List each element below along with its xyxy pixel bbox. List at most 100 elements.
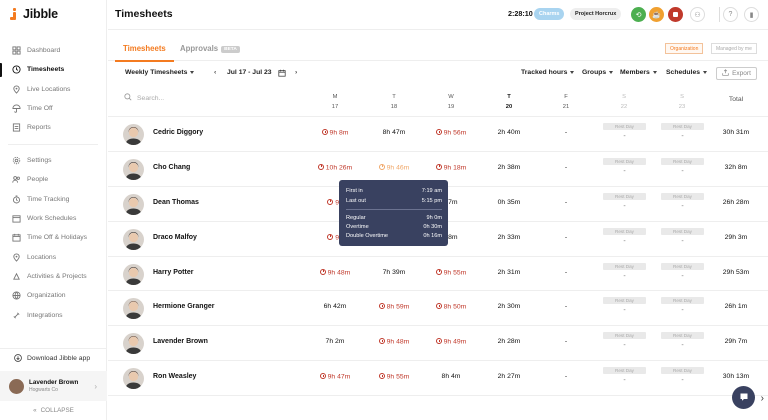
day-hours-cell[interactable]: 2h 31m <box>483 269 535 276</box>
day-hours-cell[interactable]: 2h 40m <box>483 129 535 136</box>
day-hours-cell[interactable]: 9h 48m <box>309 268 361 276</box>
activity-chip[interactable]: Charms <box>534 8 565 20</box>
next-week-button[interactable]: › <box>295 69 297 76</box>
tab-timesheets[interactable]: Timesheets <box>115 44 174 62</box>
rest-day-value: - <box>681 237 684 245</box>
download-app-link[interactable]: Download Jibble app <box>0 348 107 368</box>
view-select[interactable]: Weekly Timesheets <box>125 69 195 76</box>
day-hours-cell[interactable]: 8h 59m <box>368 303 420 311</box>
date-range[interactable]: Jul 17 - Jul 23 <box>227 69 272 76</box>
sidebar-item-live-locations[interactable]: Live Locations <box>0 80 107 99</box>
day-hours-cell[interactable]: 8h 47m <box>368 129 420 136</box>
employee-name[interactable]: Dean Thomas <box>153 199 199 206</box>
break-button[interactable]: ☕ <box>649 7 664 22</box>
project-chip[interactable]: Project Horcrux <box>570 8 622 20</box>
table-row[interactable]: Lavender Brown 7h 2m 9h 48m 9h 49m 2h 28m - Re… <box>108 326 768 362</box>
tracked-hours-select[interactable]: Tracked hours <box>521 69 575 76</box>
sidebar-item-people[interactable]: People <box>0 170 107 189</box>
day-hours-cell[interactable]: 9h 56m <box>425 129 477 137</box>
day-hours-cell[interactable]: 9h 48m <box>368 338 420 346</box>
gear-icon <box>12 156 21 165</box>
employee-name[interactable]: Cedric Diggory <box>153 129 203 136</box>
sidebar-item-timesheets[interactable]: Timesheets <box>0 60 107 79</box>
day-hours-cell[interactable]: 2h 27m <box>483 373 535 380</box>
day-hours-cell[interactable]: - <box>540 303 592 310</box>
day-hours-cell[interactable]: 2h 38m <box>483 164 535 171</box>
table-row[interactable]: Harry Potter 9h 48m 7h 39m 9h 55m 2h 31m - Res… <box>108 257 768 292</box>
day-hours-cell[interactable]: 9h 55m <box>425 268 477 276</box>
sidebar-item-settings[interactable]: Settings <box>0 151 107 170</box>
running-timer[interactable]: 2:28:10 <box>508 9 533 18</box>
sidebar-item-label: Reports <box>27 124 51 132</box>
day-hours-cell[interactable]: 2h 33m <box>483 234 535 241</box>
overtime-clock-icon <box>435 303 442 310</box>
brand-name: Jibble <box>23 7 58 21</box>
day-hours-cell[interactable]: 2h 30m <box>483 303 535 310</box>
day-hours-cell[interactable]: 9h 8m <box>309 129 361 137</box>
sidebar-item-locations[interactable]: Locations <box>0 247 107 266</box>
day-hours-cell[interactable]: 9h 47m <box>309 373 361 381</box>
day-hours-cell[interactable]: 9h 46m <box>368 163 420 171</box>
calendar-button[interactable] <box>278 69 286 79</box>
day-hours-cell[interactable]: - <box>540 234 592 241</box>
clock-out-button[interactable] <box>668 7 683 22</box>
members-select[interactable]: Members <box>620 69 657 76</box>
day-hours-cell[interactable]: 7h 2m <box>309 338 361 345</box>
day-hours-cell[interactable]: 10h 26m <box>309 163 361 171</box>
day-hours-cell[interactable]: - <box>540 338 592 345</box>
export-button[interactable]: Export <box>716 67 757 80</box>
hours-value: 7h 2m <box>325 338 345 346</box>
employee-name[interactable]: Draco Malfoy <box>153 234 197 241</box>
sidebar-item-time-tracking[interactable]: Time Tracking <box>0 190 107 209</box>
day-hours-cell[interactable]: - <box>540 373 592 380</box>
switch-activity-button[interactable]: ⟲ <box>631 7 646 22</box>
search-placeholder: Search... <box>137 94 165 102</box>
table-row[interactable]: Cedric Diggory 9h 8m 8h 47m 9h 56m 2h 40m - Re… <box>108 117 768 152</box>
employee-name[interactable]: Harry Potter <box>153 269 193 276</box>
jibble-logo[interactable]: Jibble <box>10 7 58 21</box>
table-row[interactable]: Ron Weasley 9h 47m 9h 55m 8h 4m 2h 27m - Rest … <box>108 361 768 397</box>
scope-managed-toggle[interactable]: Managed by me <box>711 43 757 54</box>
sidebar-item-integrations[interactable]: Integrations <box>0 305 107 324</box>
search-field[interactable]: Search... <box>124 93 164 103</box>
help-button[interactable]: ? <box>723 7 738 22</box>
day-hours-cell[interactable]: 0h 35m <box>483 199 535 206</box>
employee-name[interactable]: Hermione Granger <box>153 303 214 310</box>
sidebar-item-reports[interactable]: Reports <box>0 118 107 137</box>
stats-button[interactable]: ▮ <box>744 7 759 22</box>
day-hours-cell[interactable]: 2h 28m <box>483 338 535 345</box>
day-hours-cell[interactable]: 9h 55m <box>368 373 420 381</box>
prev-week-button[interactable]: ‹ <box>214 69 216 76</box>
day-hours-cell[interactable]: 9h 49m <box>425 338 477 346</box>
sidebar-item-organization[interactable]: Organization <box>0 286 107 305</box>
employee-name[interactable]: Ron Weasley <box>153 373 196 380</box>
day-hours-cell[interactable]: 7h 39m <box>368 269 420 276</box>
chat-button[interactable] <box>732 386 755 409</box>
day-hours-cell[interactable]: 8h 50m <box>425 303 477 311</box>
day-hours-cell[interactable]: - <box>540 164 592 171</box>
sidebar-item-time-off-holidays[interactable]: Time Off & Holidays <box>0 228 107 247</box>
collapse-button[interactable]: « COLLAPSE <box>0 403 107 417</box>
sidebar-item-activities-projects[interactable]: Activities & Projects <box>0 267 107 286</box>
day-hours-cell[interactable]: 9h 18m <box>425 163 477 171</box>
day-hours-cell[interactable]: 6h 42m <box>309 303 361 310</box>
day-hours-cell[interactable]: 8h 4m <box>425 373 477 380</box>
add-person-button[interactable]: ⚇ <box>690 7 705 22</box>
groups-select[interactable]: Groups <box>582 69 614 76</box>
day-hours-cell[interactable]: - <box>540 269 592 276</box>
employee-name[interactable]: Cho Chang <box>153 164 190 171</box>
sidebar-item-work-schedules[interactable]: Work Schedules <box>0 209 107 228</box>
day-hours-cell[interactable]: - <box>540 199 592 206</box>
chevron-right-icon[interactable]: › <box>761 393 764 404</box>
table-row[interactable]: Hermione Granger 6h 42m 8h 59m 8h 50m 2h 30m… <box>108 291 768 327</box>
schedules-select[interactable]: Schedules <box>666 69 707 76</box>
rest-day-value: - <box>681 377 684 385</box>
employee-name[interactable]: Lavender Brown <box>153 338 208 345</box>
sidebar-item-dashboard[interactable]: Dashboard <box>0 41 107 60</box>
day-hours-cell[interactable]: - <box>540 129 592 136</box>
last-out-label: Last out <box>346 198 366 204</box>
user-card[interactable]: Lavender Brown Hogwarts Co › <box>0 371 107 401</box>
sidebar-item-time-off[interactable]: Time Off <box>0 99 107 118</box>
tab-approvals[interactable]: Approvals BETA <box>180 44 240 53</box>
scope-organization-toggle[interactable]: Organization <box>665 43 704 54</box>
